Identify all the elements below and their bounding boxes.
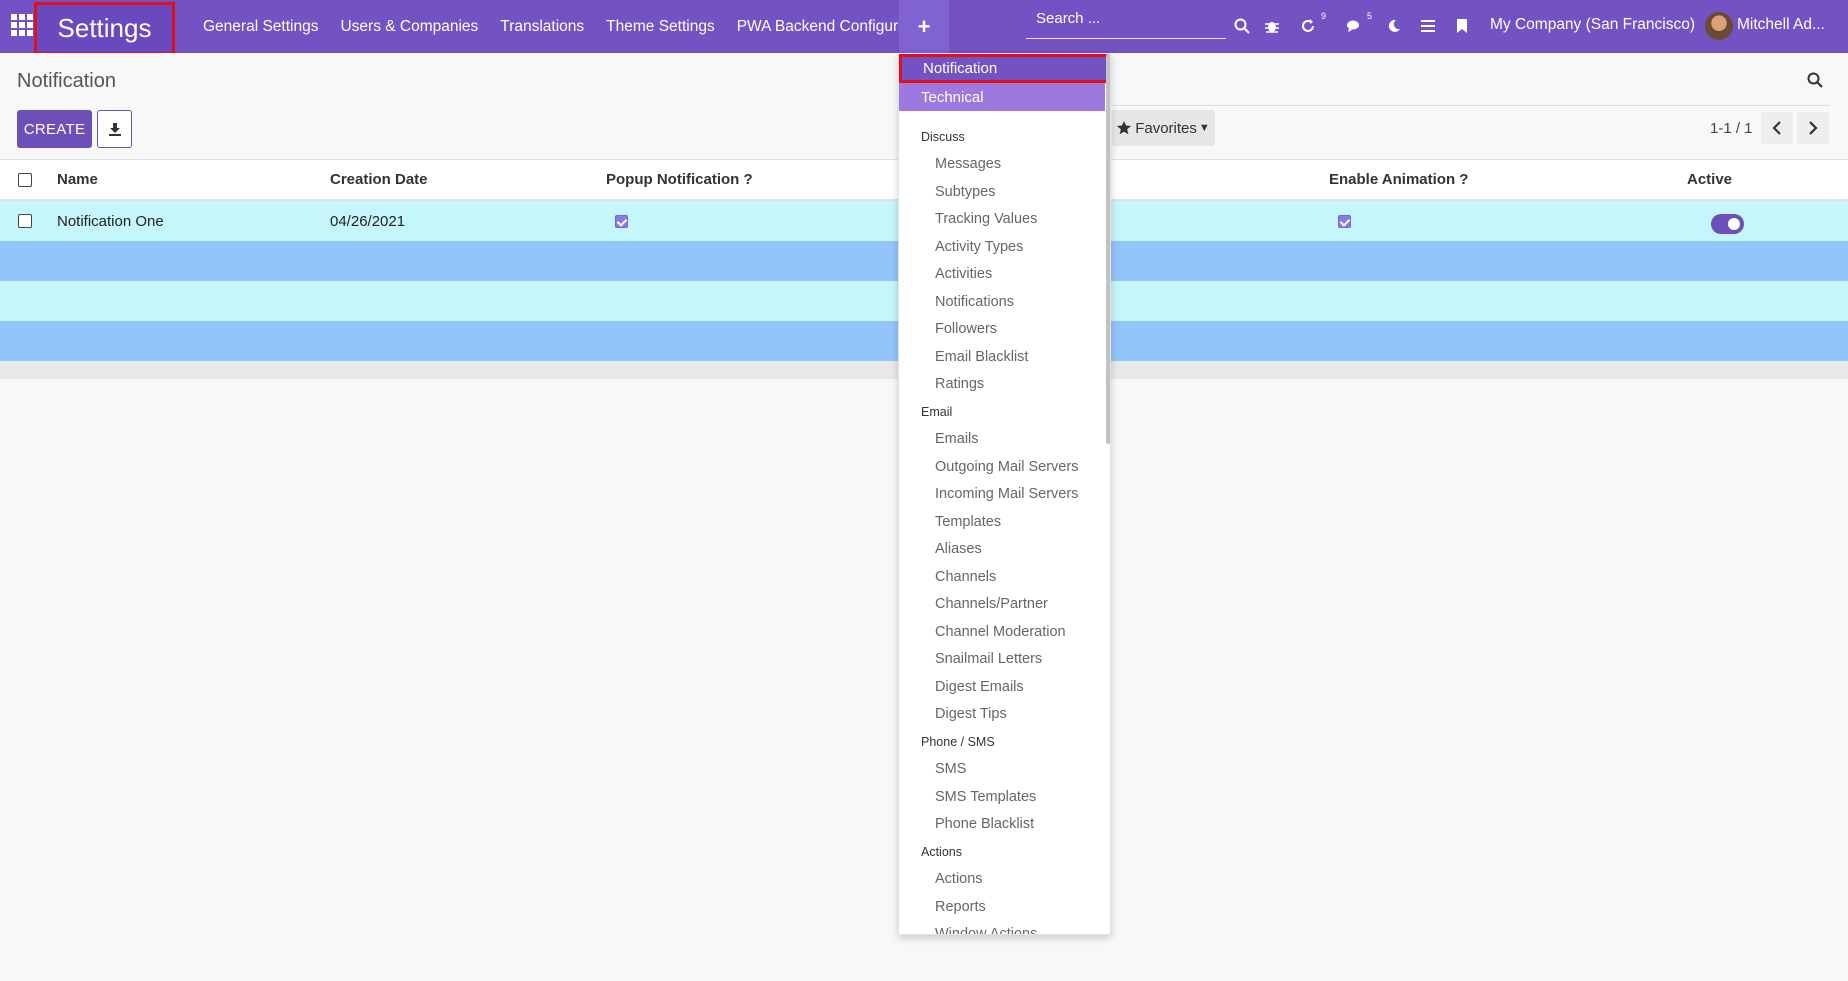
dropdown-item-technical[interactable]: Technical bbox=[899, 83, 1105, 111]
messages-chat-icon[interactable]: 5 bbox=[1342, 11, 1372, 37]
dropdown-scrollbar[interactable] bbox=[1106, 54, 1110, 444]
menu-item-reports[interactable]: Reports bbox=[899, 893, 1105, 921]
technical-dropdown-menu: Notification Technical Discuss Messages … bbox=[898, 53, 1111, 935]
select-all-checkbox-cell[interactable] bbox=[18, 160, 32, 199]
top-menu: General Settings Users & Companies Trans… bbox=[203, 0, 954, 53]
menu-users-companies[interactable]: Users & Companies bbox=[340, 18, 478, 36]
section-header-phone-sms: Phone / SMS bbox=[921, 734, 995, 749]
apps-menu-icon[interactable] bbox=[11, 14, 33, 36]
menu-item-templates[interactable]: Templates bbox=[899, 508, 1105, 536]
dropdown-item-notification[interactable]: Notification bbox=[899, 54, 1109, 83]
column-header-popup-notification[interactable]: Popup Notification ? bbox=[606, 160, 753, 199]
menu-item-incoming-mail-servers[interactable]: Incoming Mail Servers bbox=[899, 481, 1105, 509]
cell-popup-notification bbox=[615, 201, 628, 241]
menu-item-subtypes[interactable]: Subtypes bbox=[899, 178, 1105, 206]
technical-menu-button[interactable]: + bbox=[899, 0, 949, 53]
popup-notification-checkbox bbox=[615, 214, 628, 228]
menu-item-channels-partner[interactable]: Channels/Partner bbox=[899, 591, 1105, 619]
column-header-creation-date[interactable]: Creation Date bbox=[330, 160, 428, 199]
menu-translations[interactable]: Translations bbox=[500, 18, 584, 36]
menu-item-channel-moderation[interactable]: Channel Moderation bbox=[899, 618, 1105, 646]
create-button[interactable]: CREATE bbox=[17, 110, 92, 148]
global-search-input[interactable]: Search ... bbox=[1026, 6, 1226, 39]
chevron-left-icon bbox=[1772, 121, 1781, 135]
cell-enable-animation bbox=[1338, 201, 1351, 241]
cell-creation-date: 04/26/2021 bbox=[330, 212, 406, 230]
row-select-checkbox[interactable] bbox=[18, 214, 32, 228]
debug-bug-icon[interactable] bbox=[1260, 15, 1284, 37]
menu-item-activities[interactable]: Activities bbox=[899, 261, 1105, 289]
menu-item-snailmail-letters[interactable]: Snailmail Letters bbox=[899, 646, 1105, 674]
star-icon bbox=[1117, 121, 1132, 135]
user-avatar[interactable] bbox=[1705, 12, 1733, 40]
menu-item-ratings[interactable]: Ratings bbox=[899, 371, 1105, 399]
pager-value[interactable]: 1-1 / 1 bbox=[1710, 120, 1753, 137]
cell-name: Notification One bbox=[57, 212, 164, 230]
export-download-button[interactable] bbox=[97, 110, 132, 148]
company-switcher[interactable]: My Company (San Francisco) bbox=[1490, 16, 1695, 34]
menu-item-messages[interactable]: Messages bbox=[899, 151, 1105, 179]
search-divider bbox=[1112, 105, 1830, 106]
chevron-right-icon bbox=[1809, 121, 1818, 135]
menu-item-channels[interactable]: Channels bbox=[899, 563, 1105, 591]
activity-clock-icon[interactable]: 9 bbox=[1296, 11, 1326, 37]
menu-item-phone-blacklist[interactable]: Phone Blacklist bbox=[899, 811, 1105, 839]
enable-animation-checkbox bbox=[1338, 214, 1351, 228]
menu-item-window-actions[interactable]: Window Actions bbox=[899, 921, 1105, 934]
menu-item-actions[interactable]: Actions bbox=[899, 866, 1105, 894]
bookmark-icon[interactable] bbox=[1450, 15, 1474, 37]
menu-item-digest-emails[interactable]: Digest Emails bbox=[899, 673, 1105, 701]
favorites-label: Favorites bbox=[1135, 119, 1197, 137]
app-title[interactable]: Settings bbox=[34, 2, 175, 55]
hamburger-menu-icon[interactable] bbox=[1416, 15, 1440, 37]
user-menu[interactable]: Mitchell Ad... bbox=[1737, 16, 1825, 34]
menu-general-settings[interactable]: General Settings bbox=[203, 18, 318, 36]
pager-previous-button[interactable] bbox=[1761, 112, 1793, 144]
search-icon[interactable] bbox=[1230, 15, 1254, 37]
menu-item-email-blacklist[interactable]: Email Blacklist bbox=[899, 343, 1105, 371]
messages-count-badge: 5 bbox=[1366, 11, 1372, 21]
cell-active bbox=[1711, 204, 1744, 244]
section-header-email: Email bbox=[921, 404, 953, 419]
pager-next-button[interactable] bbox=[1797, 112, 1829, 144]
menu-item-tracking-values[interactable]: Tracking Values bbox=[899, 206, 1105, 234]
menu-item-activity-types[interactable]: Activity Types bbox=[899, 233, 1105, 261]
menu-item-followers[interactable]: Followers bbox=[899, 316, 1105, 344]
menu-item-aliases[interactable]: Aliases bbox=[899, 536, 1105, 564]
top-navbar: Settings General Settings Users & Compan… bbox=[0, 0, 1848, 55]
section-header-discuss: Discuss bbox=[921, 129, 965, 144]
menu-item-sms-templates[interactable]: SMS Templates bbox=[899, 783, 1105, 811]
menu-item-digest-tips[interactable]: Digest Tips bbox=[899, 701, 1105, 729]
menu-item-notifications[interactable]: Notifications bbox=[899, 288, 1105, 316]
column-header-name[interactable]: Name bbox=[57, 160, 98, 199]
activity-count-badge: 9 bbox=[1320, 11, 1326, 21]
column-header-active[interactable]: Active bbox=[1687, 160, 1732, 199]
search-panel-icon[interactable] bbox=[1807, 72, 1827, 92]
dropdown-section-list: Discuss Messages Subtypes Tracking Value… bbox=[899, 123, 1105, 934]
column-header-enable-animation[interactable]: Enable Animation ? bbox=[1329, 160, 1468, 199]
download-icon bbox=[108, 123, 121, 136]
dark-mode-moon-icon[interactable] bbox=[1382, 15, 1406, 37]
menu-theme-settings[interactable]: Theme Settings bbox=[606, 18, 715, 36]
breadcrumb: Notification bbox=[17, 70, 116, 92]
caret-down-icon: ▼ bbox=[1198, 122, 1210, 134]
menu-item-outgoing-mail-servers[interactable]: Outgoing Mail Servers bbox=[899, 453, 1105, 481]
active-toggle[interactable] bbox=[1711, 214, 1744, 234]
menu-item-sms[interactable]: SMS bbox=[899, 756, 1105, 784]
favorites-dropdown[interactable]: Favorites ▼ bbox=[1112, 110, 1215, 146]
menu-item-emails[interactable]: Emails bbox=[899, 426, 1105, 454]
section-header-actions: Actions bbox=[921, 844, 962, 859]
row-select-checkbox-cell[interactable] bbox=[18, 201, 32, 241]
select-all-checkbox[interactable] bbox=[18, 172, 32, 187]
